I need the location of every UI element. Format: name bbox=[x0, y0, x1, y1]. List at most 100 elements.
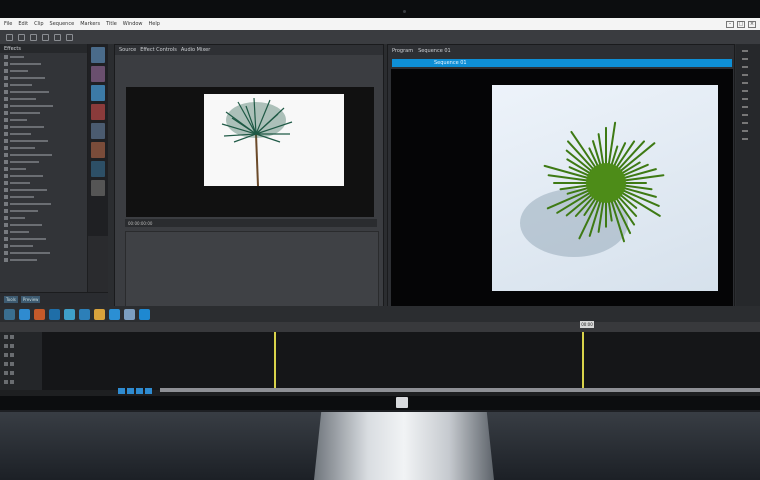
clip-thumbnail[interactable] bbox=[91, 104, 105, 120]
effects-tree-label bbox=[10, 244, 33, 247]
effects-tree-item[interactable] bbox=[0, 249, 87, 256]
clip-thumbnail[interactable] bbox=[91, 161, 105, 177]
timeline-marker[interactable]: 00:00 bbox=[580, 321, 594, 328]
expand-icon bbox=[4, 68, 8, 73]
app-icon[interactable] bbox=[118, 388, 125, 394]
effects-tree-item[interactable] bbox=[0, 179, 87, 186]
selection-tool-icon[interactable] bbox=[4, 308, 15, 320]
source-monitor: Source Effect Controls Audio Mixer 00:00… bbox=[114, 44, 384, 322]
effects-tree-item[interactable] bbox=[0, 158, 87, 165]
effects-tree-item[interactable] bbox=[0, 221, 87, 228]
source-timecode-bar[interactable]: 00:00:00:00 bbox=[125, 219, 377, 227]
slip-tool-icon[interactable] bbox=[64, 308, 75, 320]
type-tool-icon[interactable] bbox=[124, 308, 135, 320]
preview-button[interactable]: Preview bbox=[20, 296, 41, 303]
program-viewer[interactable] bbox=[391, 69, 733, 311]
clip-thumbnail[interactable] bbox=[91, 66, 105, 82]
program-title-bar[interactable]: Sequence 01 bbox=[392, 59, 732, 67]
hand-tool-icon[interactable] bbox=[94, 308, 105, 320]
clip-thumbnail[interactable] bbox=[91, 180, 105, 196]
clip-thumbnail[interactable] bbox=[91, 85, 105, 101]
program-tabs: Program Sequence 01 bbox=[388, 45, 734, 57]
effects-tree-item[interactable] bbox=[0, 88, 87, 95]
razor-tool-icon[interactable] bbox=[49, 308, 60, 320]
effects-tree-item[interactable] bbox=[0, 242, 87, 249]
effects-tree-item[interactable] bbox=[0, 109, 87, 116]
ripple-edit-tool-icon[interactable] bbox=[34, 308, 45, 320]
effects-tree-item[interactable] bbox=[0, 165, 87, 172]
source-frame bbox=[204, 94, 344, 187]
source-viewer[interactable] bbox=[126, 87, 374, 217]
effects-tree-item[interactable] bbox=[0, 102, 87, 109]
snap-icon[interactable] bbox=[66, 33, 73, 41]
effects-tree-item[interactable] bbox=[0, 207, 87, 214]
timeline-tracks[interactable] bbox=[0, 332, 760, 390]
effects-tree-item[interactable] bbox=[0, 123, 87, 130]
effects-tree-item[interactable] bbox=[0, 67, 87, 74]
tools-button[interactable]: Tools bbox=[4, 296, 18, 303]
effects-tree-item[interactable] bbox=[0, 74, 87, 81]
expand-icon bbox=[4, 222, 8, 227]
effects-tree-item[interactable] bbox=[0, 228, 87, 235]
clip-thumbnail[interactable] bbox=[91, 47, 105, 63]
tab-audio-mixer[interactable]: Audio Mixer bbox=[181, 47, 210, 53]
close-icon[interactable]: × bbox=[748, 20, 756, 28]
layout-icon[interactable] bbox=[30, 33, 37, 41]
tree-image bbox=[221, 97, 293, 187]
effects-tree-item[interactable] bbox=[0, 193, 87, 200]
expand-icon bbox=[4, 166, 8, 171]
effects-tree-item[interactable] bbox=[0, 235, 87, 242]
tab-source[interactable]: Source bbox=[119, 47, 136, 53]
app-icon[interactable] bbox=[136, 388, 143, 394]
playhead-source[interactable] bbox=[274, 332, 276, 390]
export-tool-icon[interactable] bbox=[139, 308, 150, 320]
zoom-tool-icon[interactable] bbox=[109, 308, 120, 320]
menu-window[interactable]: Window bbox=[123, 21, 143, 27]
clip-thumbnail[interactable] bbox=[91, 142, 105, 158]
playhead[interactable] bbox=[582, 332, 584, 390]
webcam-dot bbox=[403, 10, 406, 13]
effects-tree-item[interactable] bbox=[0, 214, 87, 221]
tab-sequence[interactable]: Sequence 01 bbox=[418, 48, 451, 54]
effects-tree-item[interactable] bbox=[0, 200, 87, 207]
menu-title[interactable]: Title bbox=[106, 21, 117, 27]
minimize-icon[interactable]: – bbox=[726, 20, 734, 28]
app-icon[interactable] bbox=[145, 388, 152, 394]
effects-tree-item[interactable] bbox=[0, 137, 87, 144]
menu-markers[interactable]: Markers bbox=[80, 21, 100, 27]
app-icon[interactable] bbox=[127, 388, 134, 394]
effects-tree-item[interactable] bbox=[0, 60, 87, 67]
effects-tree-item[interactable] bbox=[0, 95, 87, 102]
effects-tree-item[interactable] bbox=[0, 144, 87, 151]
clip-thumbnail[interactable] bbox=[91, 123, 105, 139]
effects-tree-label bbox=[10, 258, 37, 261]
track-select-tool-icon[interactable] bbox=[19, 308, 30, 320]
menu-file[interactable]: File bbox=[4, 21, 12, 27]
effects-tree-item[interactable] bbox=[0, 256, 87, 263]
effects-tree-item[interactable] bbox=[0, 81, 87, 88]
tab-program[interactable]: Program bbox=[392, 48, 413, 54]
workspace-icon[interactable] bbox=[6, 33, 13, 41]
effects-tree-item[interactable] bbox=[0, 151, 87, 158]
lock-icon bbox=[4, 352, 8, 357]
pen-tool-icon[interactable] bbox=[79, 308, 90, 320]
menu-help[interactable]: Help bbox=[149, 21, 160, 27]
settings-icon[interactable] bbox=[42, 33, 49, 41]
tab-effect-controls[interactable]: Effect Controls bbox=[140, 47, 177, 53]
grid-icon[interactable] bbox=[18, 33, 25, 41]
maximize-icon[interactable]: □ bbox=[737, 20, 745, 28]
thumbnail-strip bbox=[88, 44, 108, 236]
effects-tree-item[interactable] bbox=[0, 130, 87, 137]
menu-sequence[interactable]: Sequence bbox=[50, 21, 75, 27]
menu-clip[interactable]: Clip bbox=[34, 21, 43, 27]
effects-tree-item[interactable] bbox=[0, 172, 87, 179]
effects-tree-label bbox=[10, 55, 24, 58]
link-icon[interactable] bbox=[54, 33, 61, 41]
effects-tree-item[interactable] bbox=[0, 53, 87, 60]
timeline-ruler[interactable] bbox=[0, 322, 760, 332]
effects-panel-header[interactable]: Effects bbox=[0, 44, 87, 53]
timeline-scrollbar[interactable] bbox=[160, 388, 760, 392]
menu-edit[interactable]: Edit bbox=[18, 21, 28, 27]
effects-tree-item[interactable] bbox=[0, 116, 87, 123]
effects-tree-item[interactable] bbox=[0, 186, 87, 193]
